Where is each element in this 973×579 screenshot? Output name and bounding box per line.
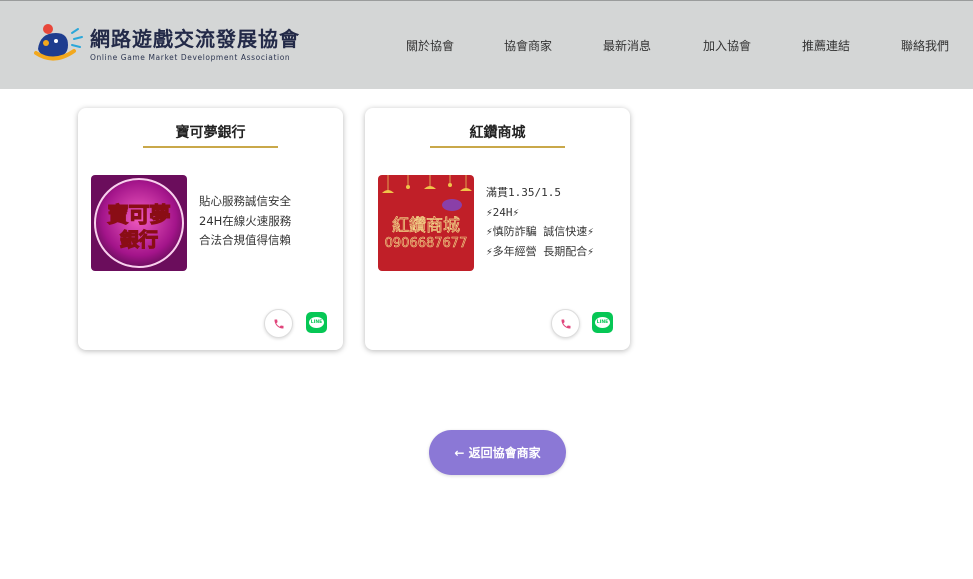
nav-contact[interactable]: 聯絡我們 <box>901 37 949 54</box>
card-description: 滿貫1.35/1.5 ⚡24H⚡ ⚡慎防詐騙 誠信快速⚡ ⚡多年經營 長期配合⚡ <box>486 183 594 261</box>
desc-line: ⚡24H⚡ <box>486 205 520 219</box>
line-contact-button[interactable]: LINE <box>306 312 327 333</box>
image-text-1: 紅鑽商城 <box>392 216 460 236</box>
phone-icon <box>274 319 283 328</box>
desc-line: 滿貫1.35/1.5 <box>486 186 561 199</box>
line-app-icon: LINE <box>595 317 610 328</box>
line-app-icon: LINE <box>309 317 324 328</box>
desc-line: 貼心服務誠信安全 <box>199 194 291 208</box>
call-button[interactable] <box>551 309 580 338</box>
desc-line: ⚡慎防詐騙 誠信快速⚡ <box>486 225 594 238</box>
title-underline <box>430 146 565 148</box>
phone-icon <box>561 319 570 328</box>
desc-line: 合法合規值得信賴 <box>199 233 291 247</box>
desc-line: 24H在線火速服務 <box>199 213 292 228</box>
merchant-card[interactable]: 紅鑽商城 紅鑽商城 0906687677 滿貫1.35/1.5 ⚡24H⚡ ⚡慎… <box>365 108 630 350</box>
nav-merchants[interactable]: 協會商家 <box>504 37 552 54</box>
merchant-logo-image[interactable]: 紅鑽商城 0906687677 <box>378 175 474 271</box>
card-description: 貼心服務誠信安全 24H在線火速服務 合法合規值得信賴 <box>199 192 291 251</box>
merchant-logo-image[interactable]: 寶可夢 銀行 <box>91 175 187 271</box>
merchant-card[interactable]: 寶可夢銀行 寶可夢 銀行 貼心服務誠信安全 24H在線火速服務 合法合規值得信賴… <box>78 108 343 350</box>
image-text-1: 寶可夢 <box>108 203 171 227</box>
card-title: 紅鑽商城 <box>469 125 526 141</box>
site-header: 網路遊戲交流發展協會 Online Game Market Developmen… <box>0 0 973 89</box>
image-text-2: 0906687677 <box>385 236 468 251</box>
nav-join[interactable]: 加入協會 <box>703 37 751 54</box>
nav-links[interactable]: 推薦連結 <box>802 37 850 54</box>
main-nav: 關於協會 協會商家 最新消息 加入協會 推薦連結 聯絡我們 <box>0 37 973 57</box>
line-contact-button[interactable]: LINE <box>592 312 613 333</box>
back-to-merchants-button[interactable]: ← 返回協會商家 <box>429 430 566 475</box>
call-button[interactable] <box>264 309 293 338</box>
image-text-2: 銀行 <box>120 228 158 251</box>
nav-about[interactable]: 關於協會 <box>406 37 454 54</box>
nav-news[interactable]: 最新消息 <box>603 37 651 54</box>
title-underline <box>143 146 278 148</box>
desc-line: ⚡多年經營 長期配合⚡ <box>486 244 594 258</box>
card-title: 寶可夢銀行 <box>175 125 246 141</box>
